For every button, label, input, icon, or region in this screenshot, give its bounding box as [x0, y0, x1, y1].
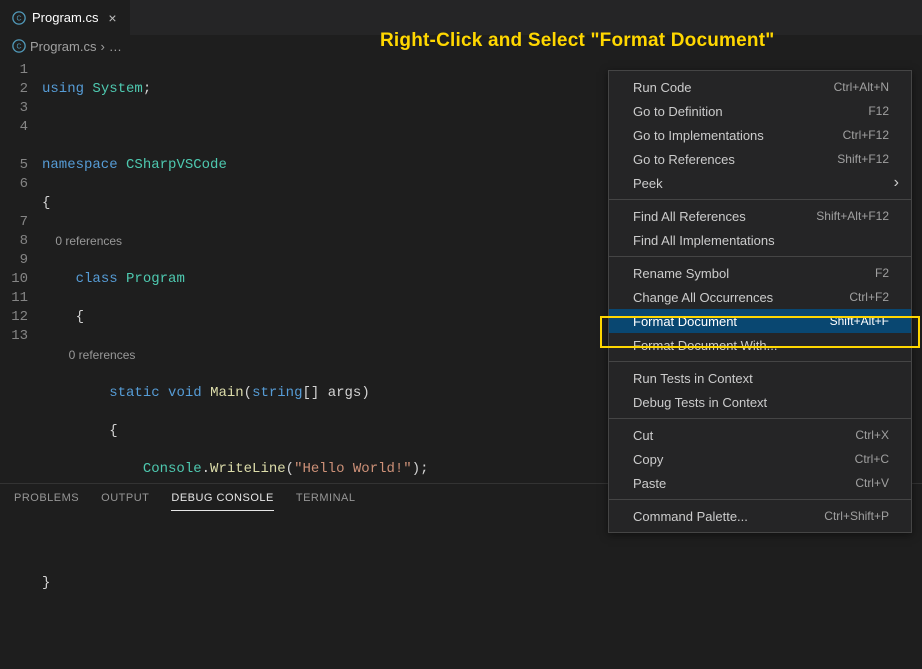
menu-item-find-all-implementations[interactable]: Find All Implementations [609, 228, 911, 252]
menu-item-go-to-definition[interactable]: Go to Definition F12 [609, 99, 911, 123]
menu-item-label: Go to Definition [633, 104, 723, 119]
menu-item-run-code[interactable]: Run Code Ctrl+Alt+N [609, 75, 911, 99]
csharp-file-icon: C [12, 11, 26, 25]
menu-item-label: Paste [633, 476, 666, 491]
menu-item-label: Rename Symbol [633, 266, 729, 281]
menu-item-shortcut: Shift+Alt+F [830, 314, 889, 328]
context-menu: Run CodeCtrl+Alt+NGo to DefinitionF12Go … [608, 70, 912, 533]
menu-item-shortcut: Ctrl+X [855, 428, 889, 442]
breadcrumb-more: … [109, 39, 122, 54]
annotation-text: Right-Click and Select "Format Document" [380, 30, 774, 52]
csharp-file-icon: C [12, 39, 26, 53]
close-icon[interactable]: × [104, 10, 120, 26]
menu-item-debug-tests-in-context[interactable]: Debug Tests in Context [609, 390, 911, 414]
menu-item-shortcut: F2 [875, 266, 889, 280]
menu-item-label: Run Code [633, 80, 692, 95]
menu-item-peek[interactable]: Peek [609, 171, 911, 195]
menu-item-label: Find All References [633, 209, 746, 224]
menu-item-find-all-references[interactable]: Find All References Shift+Alt+F12 [609, 204, 911, 228]
menu-separator [609, 418, 911, 419]
svg-text:C: C [16, 15, 21, 22]
svg-text:C: C [16, 44, 21, 51]
menu-item-go-to-references[interactable]: Go to References Shift+F12 [609, 147, 911, 171]
menu-separator [609, 361, 911, 362]
menu-item-cut[interactable]: Cut Ctrl+X [609, 423, 911, 447]
menu-item-shortcut: Ctrl+Alt+N [834, 80, 889, 94]
tab-filename: Program.cs [32, 10, 98, 25]
menu-item-label: Copy [633, 452, 663, 467]
menu-item-label: Format Document With... [633, 338, 777, 353]
menu-separator [609, 199, 911, 200]
menu-item-label: Change All Occurrences [633, 290, 773, 305]
menu-item-rename-symbol[interactable]: Rename Symbol F2 [609, 261, 911, 285]
menu-item-copy[interactable]: Copy Ctrl+C [609, 447, 911, 471]
menu-item-label: Format Document [633, 314, 737, 329]
menu-item-label: Go to Implementations [633, 128, 764, 143]
menu-separator [609, 256, 911, 257]
menu-item-shortcut: Ctrl+C [855, 452, 889, 466]
menu-item-label: Go to References [633, 152, 735, 167]
menu-item-label: Debug Tests in Context [633, 395, 767, 410]
menu-item-command-palette[interactable]: Command Palette... Ctrl+Shift+P [609, 504, 911, 528]
menu-item-label: Find All Implementations [633, 233, 775, 248]
tab-output[interactable]: OUTPUT [101, 492, 149, 511]
menu-item-shortcut: Ctrl+V [855, 476, 889, 490]
breadcrumb-file: Program.cs [30, 39, 96, 54]
menu-item-shortcut: Ctrl+F12 [843, 128, 889, 142]
menu-item-format-document[interactable]: Format Document Shift+Alt+F [609, 309, 911, 333]
menu-item-format-document-with[interactable]: Format Document With... [609, 333, 911, 357]
menu-item-label: Run Tests in Context [633, 371, 753, 386]
breadcrumb-sep: › [100, 39, 104, 54]
menu-item-shortcut: Ctrl+Shift+P [824, 509, 889, 523]
editor-tab[interactable]: C Program.cs × [0, 0, 131, 35]
menu-item-label: Peek [633, 176, 663, 191]
menu-item-change-all-occurrences[interactable]: Change All Occurrences Ctrl+F2 [609, 285, 911, 309]
menu-item-shortcut: Shift+Alt+F12 [816, 209, 889, 223]
menu-item-shortcut: F12 [868, 104, 889, 118]
tab-terminal[interactable]: TERMINAL [296, 492, 356, 511]
tab-problems[interactable]: PROBLEMS [14, 492, 79, 511]
menu-item-run-tests-in-context[interactable]: Run Tests in Context [609, 366, 911, 390]
menu-separator [609, 499, 911, 500]
line-gutter: 1 2 3 4 5 6 7 8 9 10 11 12 13 [0, 61, 42, 669]
menu-item-label: Command Palette... [633, 509, 748, 524]
menu-item-paste[interactable]: Paste Ctrl+V [609, 471, 911, 495]
tab-debug-console[interactable]: DEBUG CONSOLE [171, 492, 273, 511]
menu-item-shortcut: Shift+F12 [837, 152, 889, 166]
menu-item-shortcut: Ctrl+F2 [849, 290, 889, 304]
menu-item-go-to-implementations[interactable]: Go to Implementations Ctrl+F12 [609, 123, 911, 147]
menu-item-label: Cut [633, 428, 653, 443]
